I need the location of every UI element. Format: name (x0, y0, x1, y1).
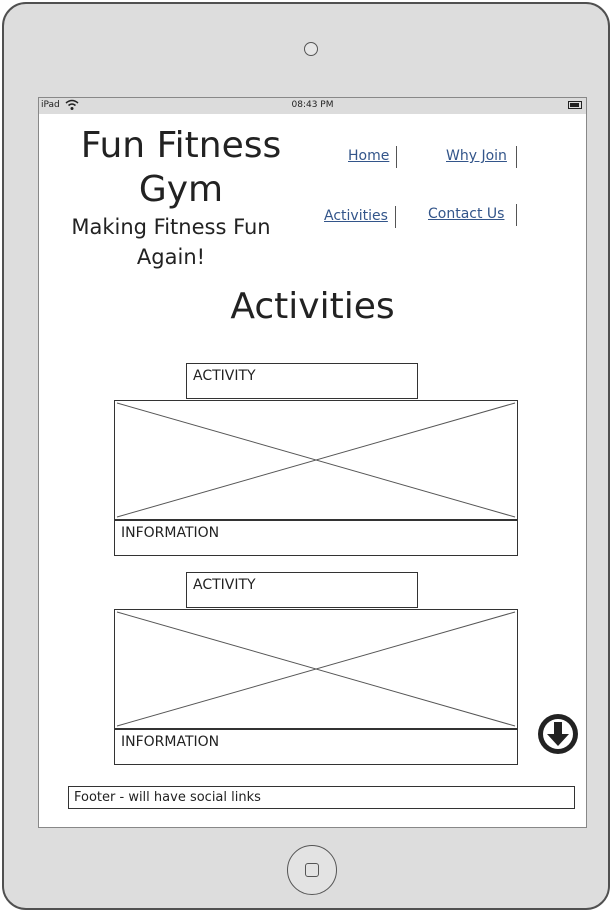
camera-icon (304, 42, 318, 56)
footer-text: Footer - will have social links (74, 790, 261, 805)
activity-image-placeholder (114, 400, 518, 520)
status-bar: iPad 08:43 PM (39, 98, 586, 114)
nav-link-contact-us[interactable]: Contact Us (428, 206, 504, 222)
activity-info: INFORMATION (121, 525, 220, 541)
image-placeholder-icon (116, 611, 516, 727)
activity-label: ACTIVITY (193, 577, 256, 593)
image-placeholder-icon (116, 402, 516, 518)
home-button-icon[interactable] (287, 845, 337, 895)
activity-label: ACTIVITY (193, 368, 256, 384)
nav-link-activities[interactable]: Activities (324, 208, 388, 224)
activity-image-placeholder (114, 609, 518, 729)
activity-info: INFORMATION (121, 734, 220, 750)
arrow-down-circle-icon[interactable] (536, 712, 580, 756)
nav-divider (395, 206, 396, 228)
activity-label-box: ACTIVITY (186, 363, 418, 399)
site-tagline: Making Fitness Fun Again! (71, 215, 271, 269)
nav-divider (516, 146, 517, 168)
status-time: 08:43 PM (291, 100, 334, 110)
tablet-frame: iPad 08:43 PM Fun Fitness Gym Making Fit… (2, 2, 610, 910)
page-heading: Activities (230, 286, 395, 327)
nav-link-why-join[interactable]: Why Join (446, 148, 507, 164)
site-title: Fun Fitness Gym (80, 125, 282, 210)
activity-label-box: ACTIVITY (186, 572, 418, 608)
nav-link-home[interactable]: Home (348, 148, 389, 164)
activity-info-box: INFORMATION (114, 520, 518, 556)
activity-info-box: INFORMATION (114, 729, 518, 765)
nav-divider (396, 146, 397, 168)
nav-divider (516, 204, 517, 226)
footer: Footer - will have social links (68, 786, 575, 809)
battery-icon (568, 101, 582, 109)
screen: iPad 08:43 PM Fun Fitness Gym Making Fit… (38, 97, 587, 828)
